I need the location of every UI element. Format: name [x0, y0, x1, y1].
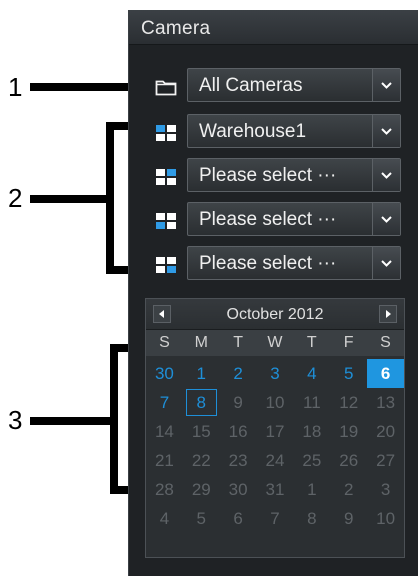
camera-panel: Camera All Cameras Warehouse1 Please sel… — [128, 10, 418, 576]
weekday-label: M — [194, 334, 208, 351]
calendar-day-disabled: 27 — [376, 451, 396, 470]
calendar-day-disabled: 2 — [343, 480, 354, 499]
calendar-day-disabled: 1 — [307, 480, 317, 499]
calendar-day-disabled: 15 — [191, 422, 211, 441]
dropdown-value: Please select ··· — [199, 165, 337, 186]
calendar-day-disabled: 28 — [154, 480, 174, 499]
calendar-day-disabled: 30 — [228, 480, 248, 499]
calendar-day[interactable]: 5 — [330, 359, 367, 388]
calendar-day[interactable]: 4 — [293, 359, 330, 388]
dropdown-value: All Cameras — [199, 75, 303, 96]
calendar-day-grid: 30 1 2 3 4 5 6 7 8 9 10 11 12 13 14 15 1… — [146, 359, 404, 533]
calendar-day-disabled: 31 — [265, 480, 285, 499]
camera-row-all: All Cameras — [129, 68, 418, 104]
grid-layout-icon[interactable] — [155, 168, 177, 186]
callout-1-line — [30, 83, 138, 91]
panel-title: Camera — [141, 18, 211, 39]
camera-group-dropdown[interactable]: All Cameras — [187, 68, 401, 102]
calendar-day[interactable]: 3 — [257, 359, 294, 388]
weekday-label: T — [306, 334, 317, 351]
callout-2-line — [30, 195, 106, 203]
calendar-day-disabled: 13 — [376, 393, 396, 412]
calendar-day-disabled: 20 — [376, 422, 396, 441]
calendar-day-disabled: 12 — [339, 393, 359, 412]
callout-2: 2 — [8, 183, 23, 213]
calendar-day-disabled: 22 — [191, 451, 211, 470]
camera-dropdown-3[interactable]: Please select ··· — [187, 202, 401, 236]
weekday-label: T — [233, 334, 243, 351]
triangle-right-icon[interactable] — [379, 305, 397, 323]
calendar-day[interactable]: 2 — [220, 359, 257, 388]
calendar-day-disabled: 10 — [376, 509, 396, 528]
calendar-day-disabled: 29 — [191, 480, 211, 499]
camera-row-3: Please select ··· — [129, 202, 418, 238]
camera-dropdown-4[interactable]: Please select ··· — [187, 246, 401, 280]
calendar-day-disabled: 25 — [302, 451, 322, 470]
grid-layout-icon[interactable] — [155, 212, 177, 230]
grid-layout-icon[interactable] — [155, 124, 177, 142]
folder-icon[interactable] — [155, 78, 177, 96]
weekday-label: W — [267, 334, 283, 351]
calendar-day-disabled: 4 — [159, 509, 170, 528]
weekday-label: F — [343, 334, 354, 351]
calendar-day-disabled: 16 — [228, 422, 248, 441]
calendar-day-disabled: 5 — [196, 509, 206, 528]
calendar-day-disabled: 9 — [343, 509, 354, 528]
dropdown-value: Warehouse1 — [199, 121, 307, 142]
calendar-day-disabled: 17 — [265, 422, 285, 441]
camera-dropdown-2[interactable]: Please select ··· — [187, 158, 401, 192]
calendar-day[interactable]: 1 — [183, 359, 220, 388]
weekday-label: S — [380, 334, 391, 351]
camera-row-2: Please select ··· — [129, 158, 418, 194]
calendar-day-disabled: 21 — [154, 451, 174, 470]
calendar-day-disabled: 10 — [265, 393, 285, 412]
camera-row-1: Warehouse1 — [129, 114, 418, 150]
chevron-down-icon[interactable] — [372, 115, 400, 147]
weekday-header: S M T W T F S — [146, 330, 404, 356]
calendar-day-disabled: 24 — [265, 451, 285, 470]
callout-1: 1 — [8, 72, 23, 102]
calendar-day[interactable]: 30 — [146, 359, 183, 388]
grid-layout-icon[interactable] — [155, 256, 177, 274]
calendar-day-disabled: 14 — [154, 422, 174, 441]
calendar-day-selected[interactable]: 6 — [367, 359, 404, 388]
chevron-down-icon[interactable] — [372, 203, 400, 235]
camera-row-4: Please select ··· — [129, 246, 418, 282]
calendar-day-disabled: 19 — [339, 422, 359, 441]
panel-header: Camera — [129, 10, 418, 45]
weekday-label: S — [159, 334, 170, 351]
calendar-day-disabled: 11 — [303, 393, 321, 412]
callout-2-bracket-vertical — [106, 122, 114, 274]
date-calendar: October 2012 S M T W T F S 30 1 2 3 4 5 … — [145, 298, 405, 558]
camera-dropdown-1[interactable]: Warehouse1 — [187, 114, 401, 148]
callout-3: 3 — [8, 405, 23, 435]
callout-3-bracket-vertical — [110, 344, 118, 494]
calendar-day-disabled: 6 — [233, 509, 243, 528]
dropdown-value: Please select ··· — [199, 209, 337, 230]
callout-3-line — [30, 417, 110, 425]
calendar-day-focused[interactable]: 8 — [183, 388, 220, 417]
calendar-day[interactable]: 7 — [146, 388, 183, 417]
dropdown-value: Please select ··· — [199, 253, 337, 274]
calendar-day-disabled: 18 — [302, 422, 322, 441]
calendar-day-disabled: 7 — [270, 509, 280, 528]
calendar-day-disabled: 23 — [228, 451, 248, 470]
calendar-day-disabled: 26 — [339, 451, 359, 470]
calendar-header: October 2012 — [146, 299, 404, 330]
chevron-down-icon[interactable] — [372, 69, 400, 101]
calendar-day-disabled: 9 — [233, 393, 243, 412]
chevron-down-icon[interactable] — [372, 247, 400, 279]
chevron-down-icon[interactable] — [372, 159, 400, 191]
calendar-month-title: October 2012 — [226, 306, 324, 323]
calendar-day-disabled: 3 — [380, 480, 391, 499]
calendar-day-disabled: 8 — [307, 509, 317, 528]
